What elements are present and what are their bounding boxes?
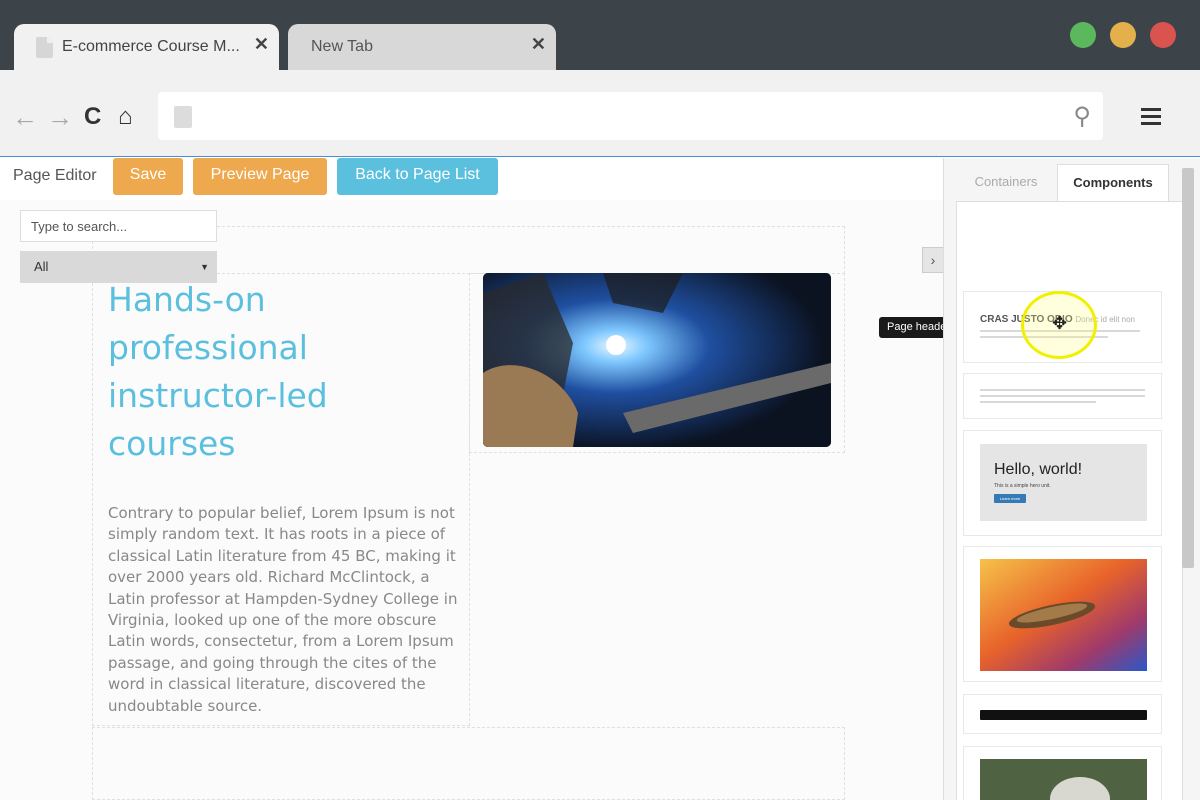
back-arrow-icon[interactable]: ← [12,104,38,130]
welding-image[interactable] [483,273,831,447]
component-image-2[interactable] [963,746,1162,800]
save-button[interactable]: Save [113,158,183,195]
tab-title: New Tab [311,38,373,55]
jumbotron-preview: Hello, world! This is a simple hero unit… [980,444,1147,521]
component-image[interactable] [963,546,1162,682]
close-tab-icon[interactable]: ✕ [531,34,546,55]
sidebar-scrollbar[interactable] [1182,168,1194,568]
collapse-sidebar-button[interactable]: › [922,247,944,273]
document-icon [174,106,192,128]
back-to-page-list-button[interactable]: Back to Page List [337,158,498,195]
reload-icon[interactable]: C [84,104,101,130]
video-player-preview [980,710,1147,720]
filter-value: All [34,259,49,274]
jumbotron-heading: Hello, world! [994,461,1083,478]
close-tab-icon[interactable]: ✕ [254,34,269,55]
tab-components[interactable]: Components [1057,164,1169,202]
browser-toolbar: ← → C ⌂ ⚲ [0,70,1200,157]
empty-container[interactable] [92,727,845,800]
component-jumbotron[interactable]: Hello, world! This is a simple hero unit… [963,430,1162,536]
browser-tab-active[interactable]: E-commerce Course M... ✕ [14,24,279,70]
search-icon[interactable]: ⚲ [1073,102,1091,131]
page-title: Page Editor [13,167,97,184]
animal-image [980,759,1147,800]
browser-titlebar: E-commerce Course M... ✕ New Tab ✕ [0,0,1200,70]
hamburger-menu-icon[interactable] [1141,108,1161,129]
browser-tab-new[interactable]: New Tab ✕ [288,24,556,70]
forward-arrow-icon[interactable]: → [47,104,73,130]
editor-toolbar: Page Editor Save Preview Page Back to Pa… [0,158,943,200]
tab-containers[interactable]: Containers [956,164,1056,202]
address-bar[interactable]: ⚲ [158,92,1103,140]
hero-heading[interactable]: Hands-on professional instructor-led cou… [108,276,448,468]
close-window-button[interactable] [1150,22,1176,48]
chevron-down-icon: ▼ [200,262,209,272]
boat-image [980,559,1147,671]
minimize-window-button[interactable] [1110,22,1136,48]
maximize-window-button[interactable] [1070,22,1096,48]
component-paragraph[interactable] [963,373,1162,419]
jumbotron-button: Learn more [994,494,1026,503]
tab-title: E-commerce Course M... [62,38,240,55]
jumbotron-text: This is a simple hero unit. [994,483,1051,489]
home-icon[interactable]: ⌂ [118,104,133,130]
move-cursor-icon: ✥ [1052,313,1068,333]
component-search-input[interactable] [20,210,217,242]
component-filter-select[interactable]: All ▼ [20,251,217,283]
hero-paragraph[interactable]: Contrary to popular belief, Lorem Ipsum … [108,503,460,717]
preview-page-button[interactable]: Preview Page [193,158,327,195]
document-icon [36,37,53,58]
component-video[interactable] [963,694,1162,734]
